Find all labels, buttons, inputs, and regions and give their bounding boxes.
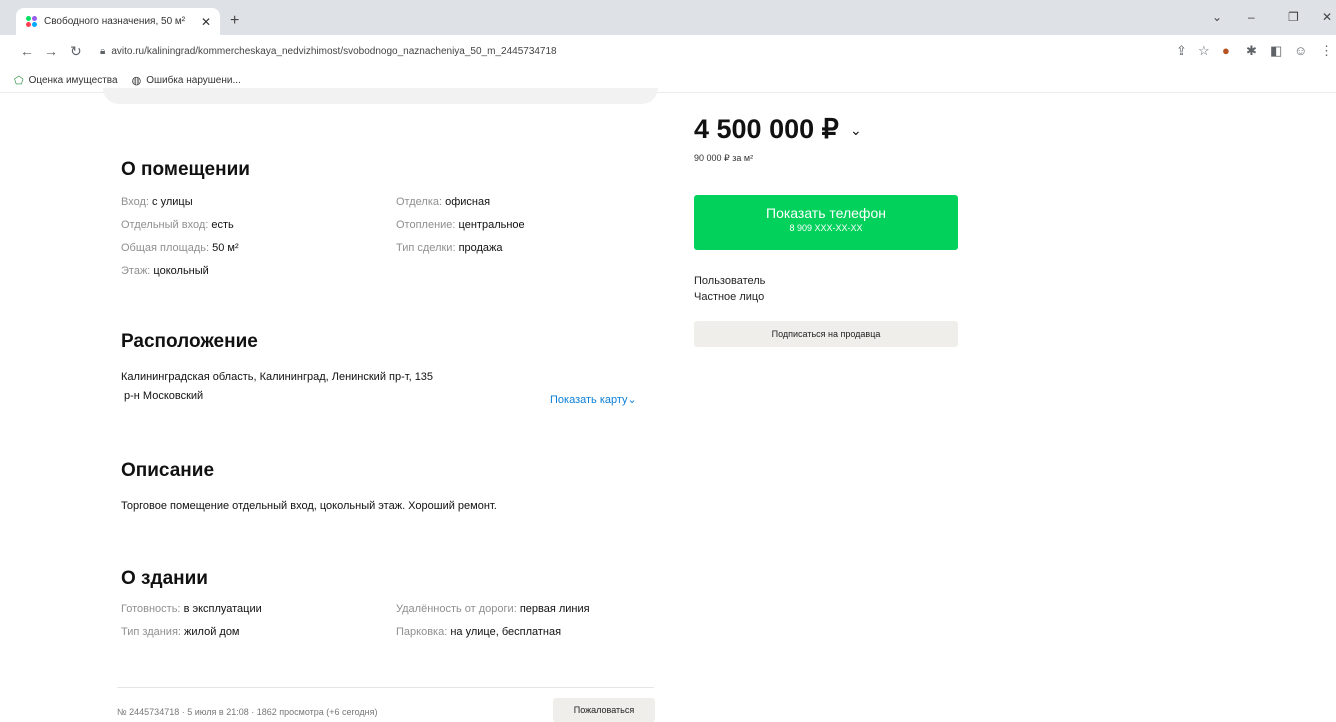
extensions-puzzle-icon[interactable]: ✱ [1246,43,1257,59]
param-deal-type: Тип сделки: продажа [396,242,503,254]
restore-icon[interactable]: ❐ [1288,10,1299,24]
subscribe-seller-button[interactable]: Подписаться на продавца [694,321,958,347]
phone-masked: 8 909 XXX-XX-XX [789,223,863,233]
param-separate-entrance: Отдельный вход: есть [121,219,234,231]
show-phone-button[interactable]: Показать телефон 8 909 XXX-XX-XX [694,195,958,250]
price: 4 500 000 ₽ [694,114,839,144]
param-heating: Отопление: центральное [396,219,525,231]
bookmark-item[interactable]: ⬠ Оценка имущества [14,74,118,87]
param-parking: Парковка: на улице, бесплатная [396,626,562,638]
section-title-building: О здании [121,568,208,589]
menu-icon[interactable]: ⋮ [1320,43,1333,59]
globe-icon: ◍ [131,74,142,87]
share-icon[interactable]: ⇪ [1176,43,1187,59]
address: Калининградская область, Калининград, Ле… [121,371,434,383]
param-building-type: Тип здания: жилой дом [121,626,240,638]
bookmark-label: Оценка имущества [28,74,118,86]
leaf-icon: ⬠ [14,74,24,87]
show-phone-label: Показать телефон [766,205,886,221]
tab-strip: Свободного назначения, 50 м² ✕ + ⌄ – ❐ ✕ [0,0,1336,35]
reload-icon[interactable]: ↻ [70,43,82,60]
param-area: Общая площадь: 50 м² [121,242,239,254]
forward-icon[interactable]: → [44,43,58,59]
address-bar-row: ← → ↻ 🔒︎ avito.ru/kaliningrad/kommerches… [0,35,1336,69]
gallery-card-bottom [103,88,658,104]
show-map-link[interactable]: Показать карту⌄ [550,393,637,406]
param-finish: Отделка: офисная [396,196,491,208]
listing-meta: № 2445734718 · 5 июля в 21:08 · 1862 про… [117,707,378,717]
back-icon[interactable]: ← [20,43,34,59]
section-title-room: О помещении [121,159,250,180]
bookmark-star-icon[interactable]: ☆ [1198,43,1210,59]
new-tab-icon[interactable]: + [230,12,239,30]
url-text: avito.ru/kaliningrad/kommercheskaya_nedv… [111,45,557,57]
district: р-н Московский [124,390,204,402]
price-per-m2: 90 000 ₽ за м² [694,153,754,163]
chevron-down-icon: ⌄ [627,394,637,406]
seller-type: Частное лицо [694,291,765,303]
side-panel-icon[interactable]: ◧ [1270,43,1282,59]
tab-close-icon[interactable]: ✕ [198,15,214,29]
report-button[interactable]: Пожаловаться [553,698,655,722]
close-window-icon[interactable]: ✕ [1322,10,1332,24]
bookmark-item[interactable]: ◍ Ошибка нарушени... [132,74,241,87]
section-title-description: Описание [121,460,215,481]
profile-icon[interactable]: ☺ [1294,43,1307,58]
param-entrance: Вход: с улицы [121,196,193,208]
tab-search-icon[interactable]: ⌄ [1212,10,1222,24]
param-floor: Этаж: цокольный [121,265,209,277]
param-readiness: Готовность: в эксплуатации [121,603,262,615]
lock-icon: 🔒︎ [100,45,106,57]
divider [117,687,654,688]
url-field[interactable]: 🔒︎ avito.ru/kaliningrad/kommercheskaya_n… [100,40,1170,62]
extension-icon[interactable]: ● [1222,43,1230,58]
browser-tab[interactable]: Свободного назначения, 50 м² ✕ [16,8,220,35]
price-chevron-down-icon[interactable]: ⌄ [850,122,862,139]
bookmark-label: Ошибка нарушени... [146,74,241,86]
section-title-location: Расположение [121,331,258,352]
description-text: Торговое помещение отдельный вход, цокол… [121,500,497,512]
tab-title: Свободного назначения, 50 м² [44,16,186,27]
seller-name[interactable]: Пользователь [694,275,765,287]
avito-favicon-icon [26,15,38,28]
param-road-distance: Удалённость от дороги: первая линия [396,603,590,615]
minimize-icon[interactable]: – [1248,10,1255,24]
